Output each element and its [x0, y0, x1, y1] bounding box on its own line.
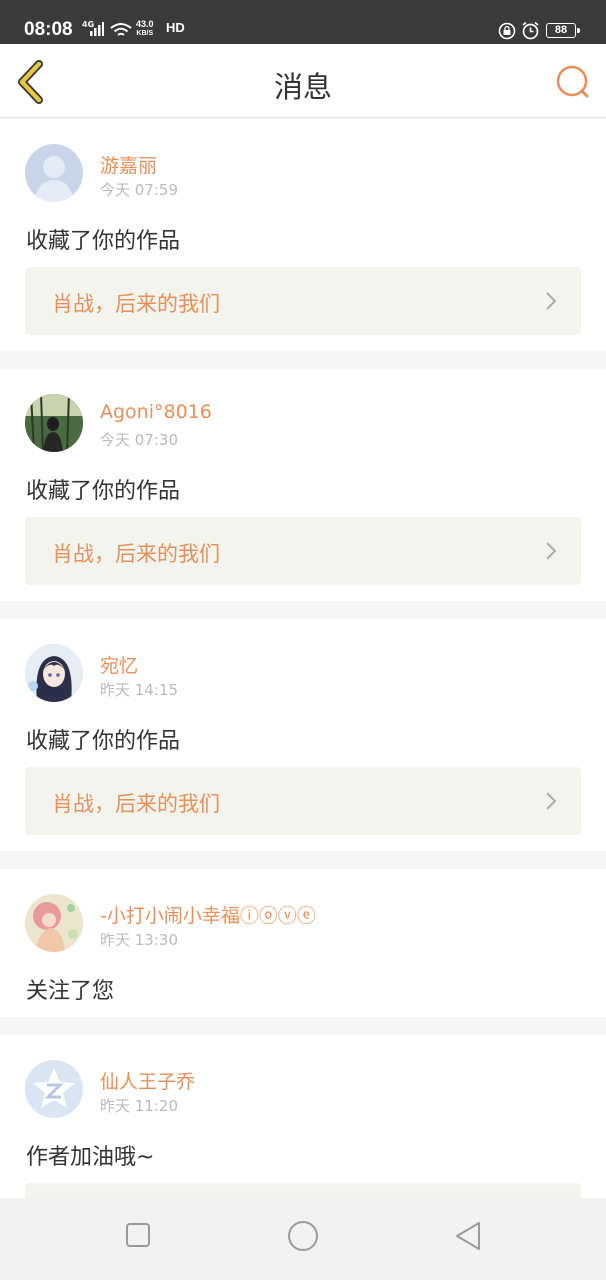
net-speed-value: 43.0 — [136, 19, 154, 29]
logo-avatar-icon — [25, 1060, 83, 1118]
top-app-bar: 消息 — [0, 44, 606, 118]
work-title: 肖战，后来的我们 — [52, 292, 220, 316]
avatar[interactable] — [25, 1060, 83, 1118]
status-time: 08:08 — [24, 19, 73, 40]
default-avatar-icon — [34, 156, 74, 202]
lock-rotation-icon — [498, 22, 516, 40]
message-card[interactable]: 仙人王子乔 昨天 11:20 作者加油哦~ — [0, 1035, 606, 1251]
chevron-right-icon — [546, 542, 557, 560]
signal-icon — [90, 22, 104, 36]
message-card[interactable]: 宛忆 昨天 14:15 收藏了你的作品 肖战，后来的我们 — [0, 619, 606, 851]
timestamp: 昨天 11:20 — [100, 1097, 178, 1115]
timestamp: 昨天 13:30 — [100, 931, 178, 949]
illustration-avatar-icon — [25, 894, 83, 952]
avatar[interactable] — [25, 894, 83, 952]
net-speed: 43.0 KB/S — [136, 19, 154, 39]
message-text: 作者加油哦~ — [26, 1145, 155, 1170]
username[interactable]: 宛忆 — [100, 651, 138, 678]
message-card[interactable]: 游嘉丽 今天 07:59 收藏了你的作品 肖战，后来的我们 — [0, 119, 606, 351]
timestamp: 昨天 14:15 — [100, 681, 178, 699]
avatar[interactable] — [25, 144, 83, 202]
message-text: 关注了您 — [26, 979, 115, 1004]
alarm-icon — [522, 21, 539, 40]
work-title: 肖战，后来的我们 — [52, 542, 220, 566]
square-recents-icon[interactable] — [125, 1222, 151, 1248]
net-speed-unit: KB/S — [136, 30, 154, 37]
work-title: 肖战，后来的我们 — [52, 792, 220, 816]
avatar[interactable] — [25, 644, 83, 702]
timestamp: 今天 07:59 — [100, 181, 178, 199]
username[interactable]: Agoni°8016 — [100, 401, 212, 423]
message-card[interactable]: -小打小闹小幸福ⓘⓞⓥⓔ 昨天 13:30 关注了您 — [0, 869, 606, 1017]
username[interactable]: 仙人王子乔 — [100, 1067, 195, 1094]
avatar[interactable] — [25, 394, 83, 452]
timestamp: 今天 07:30 — [100, 431, 178, 449]
hd-indicator: HD — [166, 20, 185, 35]
triangle-back-icon[interactable] — [454, 1220, 482, 1252]
photo-avatar-icon — [25, 394, 83, 452]
message-text: 收藏了你的作品 — [26, 229, 181, 254]
work-link[interactable]: 肖战，后来的我们 — [25, 767, 581, 835]
wifi-icon — [110, 23, 132, 36]
message-text: 收藏了你的作品 — [26, 729, 181, 754]
search-icon[interactable] — [552, 62, 592, 102]
status-bar: 08:08 4G 43.0 KB/S HD 88 — [0, 0, 606, 44]
work-link[interactable]: 肖战，后来的我们 — [25, 267, 581, 335]
username[interactable]: 游嘉丽 — [100, 151, 157, 178]
work-link[interactable]: 肖战，后来的我们 — [25, 517, 581, 585]
chevron-right-icon — [546, 292, 557, 310]
battery-icon: 88 — [546, 23, 580, 38]
system-nav-bar — [0, 1198, 606, 1280]
message-text: 收藏了你的作品 — [26, 479, 181, 504]
page-title: 消息 — [273, 70, 332, 104]
username[interactable]: -小打小闹小幸福ⓘⓞⓥⓔ — [100, 901, 316, 928]
chevron-right-icon — [546, 792, 557, 810]
circle-home-icon[interactable] — [287, 1220, 319, 1252]
anime-avatar-icon — [25, 644, 83, 702]
message-card[interactable]: Agoni°8016 今天 07:30 收藏了你的作品 肖战，后来的我们 — [0, 369, 606, 601]
